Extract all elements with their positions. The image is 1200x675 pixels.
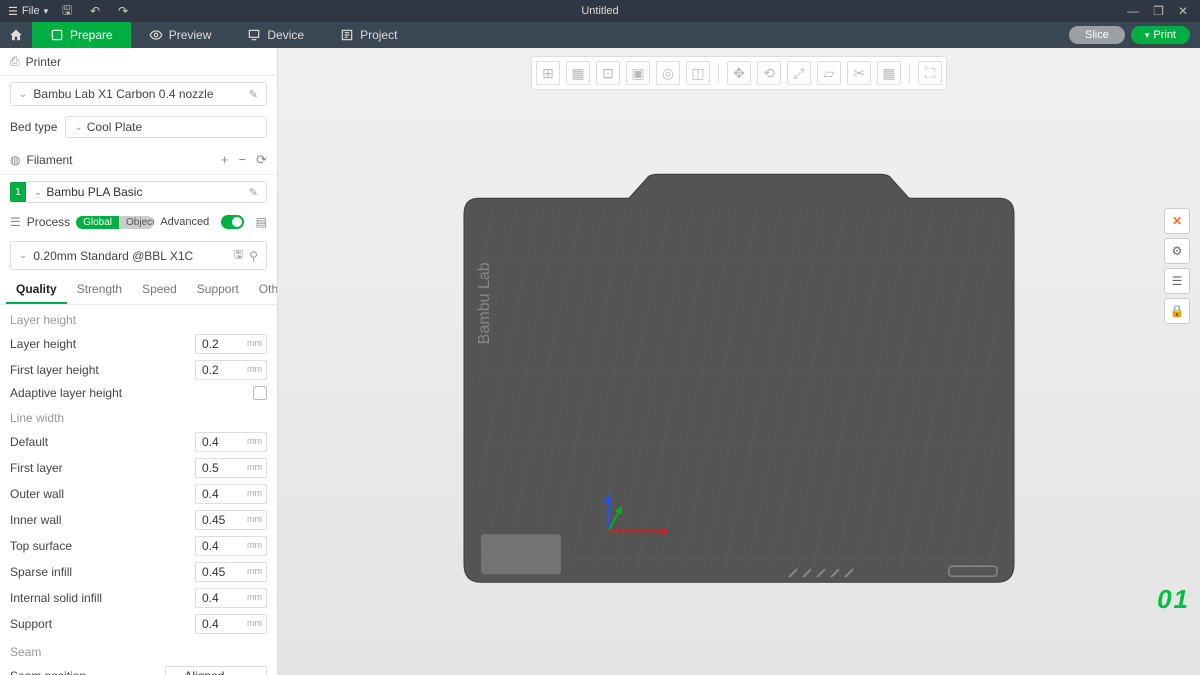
settings-icon[interactable]: ▤: [256, 215, 267, 229]
sidebar: ⎙ Printer ⌄ Bambu Lab X1 Carbon 0.4 nozz…: [0, 48, 278, 675]
internal-solid-infill-width-input[interactable]: 0.4mm: [195, 588, 267, 608]
viewport-right-toolbar: ✕ ⚙ ☰ 🔒: [1164, 208, 1190, 324]
print-button[interactable]: ▾ Print: [1131, 26, 1190, 44]
group-line-width: Line width: [0, 403, 277, 429]
process-icon: ☰: [10, 215, 21, 229]
undo-icon[interactable]: ↶: [86, 2, 104, 20]
tab-quality[interactable]: Quality: [6, 276, 67, 304]
global-objects-toggle[interactable]: Global Objects: [76, 216, 154, 229]
default-width-input[interactable]: 0.4mm: [195, 432, 267, 452]
bed-type-select[interactable]: ⌄ Cool Plate: [65, 116, 267, 138]
chevron-down-icon: ⌄: [19, 250, 27, 261]
chevron-down-icon: ▾: [44, 6, 49, 17]
titlebar: ☰ File ▾ 🖫 ↶ ↷ Untitled — ❐ ✕: [0, 0, 1200, 22]
plate-brand-label: Bambu Lab: [476, 262, 493, 344]
top-surface-width-input[interactable]: 0.4mm: [195, 536, 267, 556]
layer-height-input[interactable]: 0.2mm: [195, 334, 267, 354]
viewport-toolbar: ⊞ ▦ ⊡ ▣ ◎ ◫ ✥ ⟲ ⤢ ▱ ✂ ▦ ⛶: [531, 56, 947, 90]
inner-wall-width-input[interactable]: 0.45mm: [195, 510, 267, 530]
filament-icon: ◍: [10, 153, 20, 167]
sync-filament-icon[interactable]: ⟳: [256, 152, 267, 168]
tab-speed[interactable]: Speed: [132, 276, 187, 304]
viewport-3d[interactable]: ⊞ ▦ ⊡ ▣ ◎ ◫ ✥ ⟲ ⤢ ▱ ✂ ▦ ⛶ ✕ ⚙ ☰ 🔒: [278, 48, 1200, 675]
advanced-label: Advanced: [160, 216, 209, 228]
printer-icon: ⎙: [10, 54, 20, 69]
remove-filament-icon[interactable]: −: [239, 152, 247, 168]
filament-section-header: ◍ Filament + − ⟳: [0, 146, 277, 175]
slice-button[interactable]: Slice: [1069, 26, 1125, 44]
window-title: Untitled: [581, 5, 618, 17]
sparse-infill-width-input[interactable]: 0.45mm: [195, 562, 267, 582]
main-nav: Prepare Preview Device Project Slice ▾ P…: [0, 22, 1200, 48]
minimize-icon[interactable]: —: [1127, 4, 1139, 18]
save-icon[interactable]: 🖫: [58, 2, 76, 20]
chevron-down-icon: ⌄: [19, 89, 27, 100]
mesh-icon[interactable]: ▦: [877, 61, 901, 85]
first-layer-height-input[interactable]: 0.2mm: [195, 360, 267, 380]
process-profile-select[interactable]: ⌄ 0.20mm Standard @BBL X1C 🖫 ⚲: [10, 241, 267, 270]
lock-icon[interactable]: 🔒: [1164, 298, 1190, 324]
process-tabs: Quality Strength Speed Support Others: [0, 276, 277, 305]
tab-preview[interactable]: Preview: [131, 22, 230, 48]
add-object-icon[interactable]: ⊞: [536, 61, 560, 85]
cut-icon[interactable]: ✂: [847, 61, 871, 85]
filament-select[interactable]: ⌄ Bambu PLA Basic ✎: [26, 181, 267, 203]
close-icon[interactable]: ✕: [1178, 4, 1188, 18]
plate-settings-icon[interactable]: ⚙: [1164, 238, 1190, 264]
rotate-icon[interactable]: ⟲: [757, 61, 781, 85]
chevron-down-icon: ⌄: [74, 122, 82, 133]
build-plate: Bambu Lab: [459, 164, 1019, 594]
edit-icon[interactable]: ✎: [249, 88, 258, 101]
advanced-toggle[interactable]: [221, 215, 243, 229]
group-seam: Seam: [0, 637, 277, 663]
hamburger-icon: ☰: [8, 5, 18, 18]
tab-strength[interactable]: Strength: [67, 276, 132, 304]
group-layer-height: Layer height: [0, 305, 277, 331]
support-paint-icon[interactable]: ⛶: [918, 61, 942, 85]
arrange-icon[interactable]: ⊡: [596, 61, 620, 85]
move-icon[interactable]: ✥: [727, 61, 751, 85]
tab-device[interactable]: Device: [229, 22, 322, 48]
support-width-input[interactable]: 0.4mm: [195, 614, 267, 634]
orient-icon[interactable]: ▣: [626, 61, 650, 85]
tab-project[interactable]: Project: [322, 22, 415, 48]
outer-wall-width-input[interactable]: 0.4mm: [195, 484, 267, 504]
clear-plate-icon[interactable]: ✕: [1164, 208, 1190, 234]
bed-type-label: Bed type: [10, 120, 57, 134]
split-icon[interactable]: ◎: [656, 61, 680, 85]
printer-section-header: ⎙ Printer: [0, 48, 277, 76]
assembly-icon[interactable]: ◫: [686, 61, 710, 85]
tab-prepare[interactable]: Prepare: [32, 22, 131, 48]
add-filament-icon[interactable]: +: [221, 152, 229, 168]
tab-others[interactable]: Others: [249, 276, 278, 304]
add-plate-icon[interactable]: ▦: [566, 61, 590, 85]
tab-support[interactable]: Support: [187, 276, 249, 304]
printer-select[interactable]: ⌄ Bambu Lab X1 Carbon 0.4 nozzle ✎: [10, 82, 267, 106]
process-section-header: ☰ Process Global Objects Advanced ▤: [0, 209, 277, 235]
file-menu-label: File: [22, 5, 40, 17]
scale-icon[interactable]: ⤢: [787, 61, 811, 85]
adaptive-layer-checkbox[interactable]: [253, 386, 267, 400]
maximize-icon[interactable]: ❐: [1153, 4, 1164, 18]
search-icon[interactable]: ⚲: [249, 249, 258, 263]
filament-slot-badge[interactable]: 1: [10, 182, 26, 202]
list-icon[interactable]: ☰: [1164, 268, 1190, 294]
redo-icon[interactable]: ↷: [114, 2, 132, 20]
seam-position-select[interactable]: ⌄Aligned: [165, 666, 267, 675]
flatten-icon[interactable]: ▱: [817, 61, 841, 85]
home-button[interactable]: [0, 22, 32, 48]
chevron-down-icon: ⌄: [34, 187, 42, 198]
edit-icon[interactable]: ✎: [249, 186, 258, 199]
plate-number: 01: [1157, 584, 1190, 615]
save-profile-icon[interactable]: 🖫: [234, 246, 243, 265]
first-layer-width-input[interactable]: 0.5mm: [195, 458, 267, 478]
file-menu[interactable]: ☰ File ▾: [8, 5, 48, 18]
